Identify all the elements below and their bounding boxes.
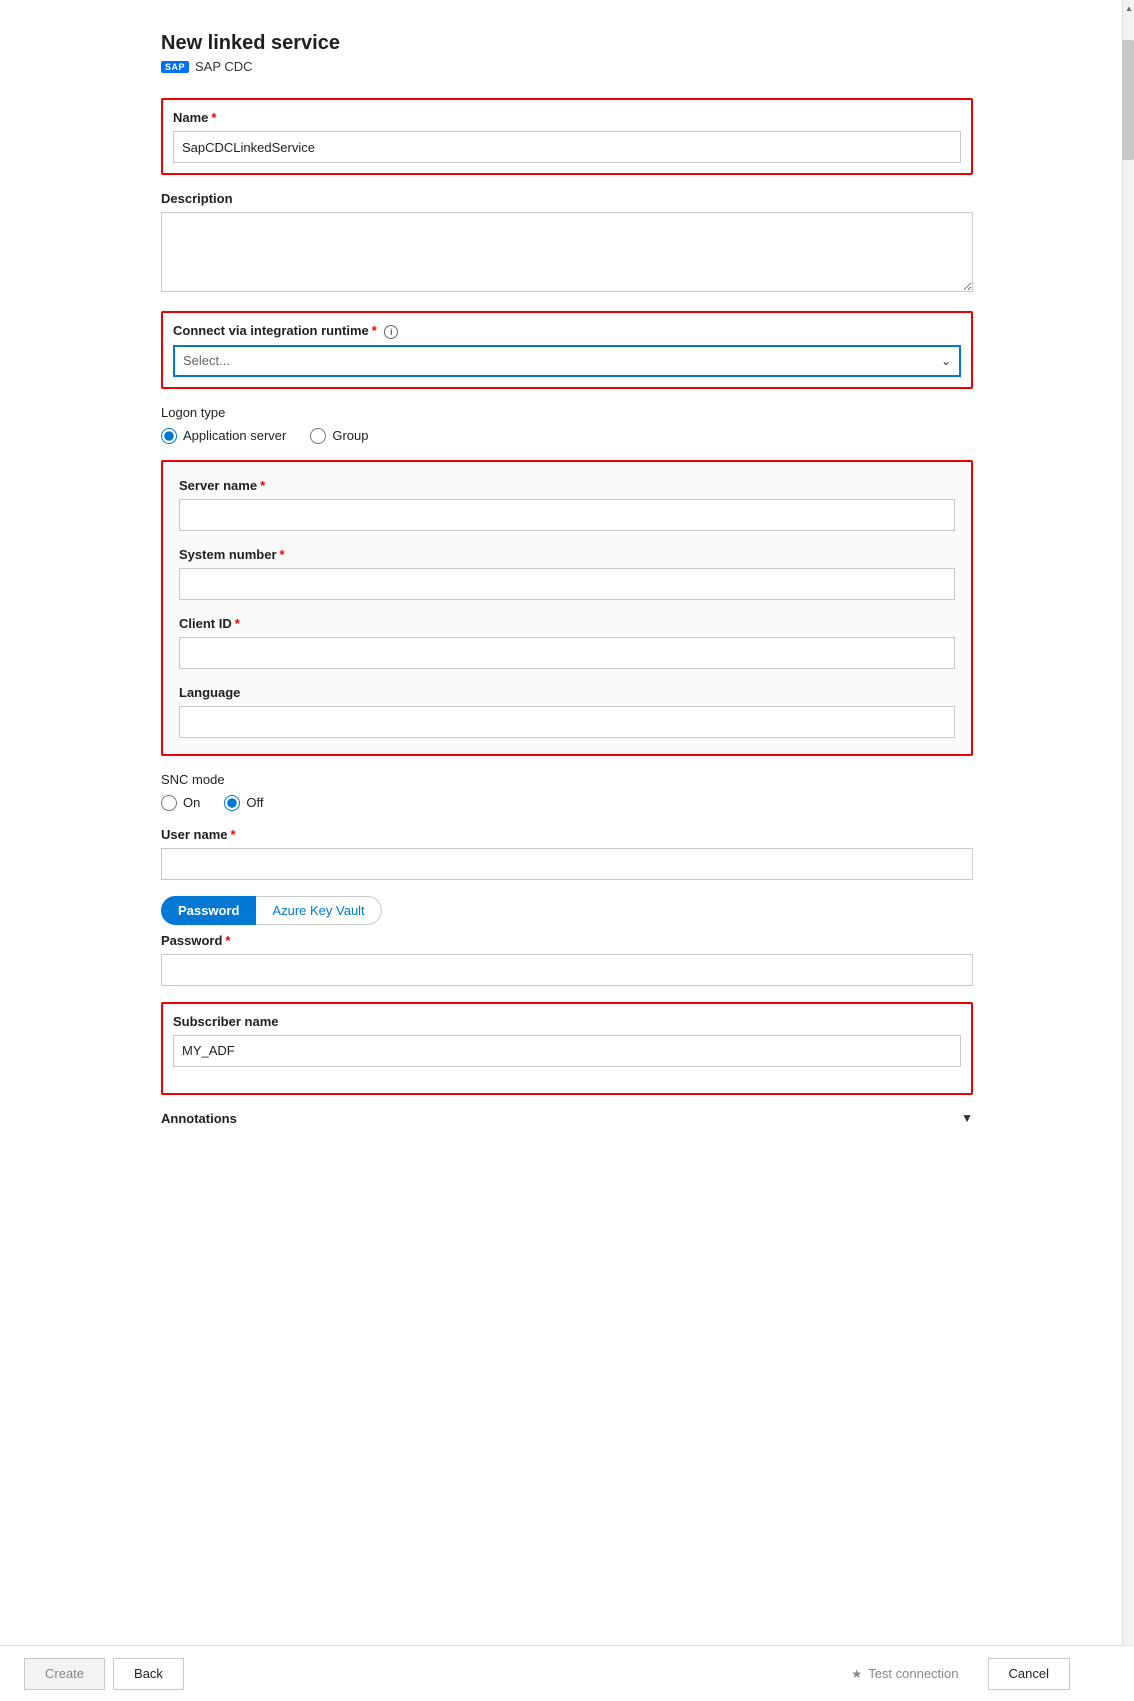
- logon-type-group: Logon type Application server Group: [161, 405, 973, 444]
- subscriber-name-section: Subscriber name: [161, 1002, 973, 1095]
- page-title: New linked service: [161, 32, 973, 55]
- system-number-label: System number*: [179, 547, 955, 562]
- user-name-input[interactable]: [161, 848, 973, 880]
- client-id-group: Client ID*: [179, 616, 955, 669]
- footer-bar: Create Back ★ Test connection Cancel: [0, 1645, 1134, 1701]
- user-name-group: User name*: [161, 827, 973, 880]
- logon-group-label: Group: [332, 428, 368, 443]
- password-group: Password*: [161, 933, 973, 986]
- language-group: Language: [179, 685, 955, 738]
- password-tab[interactable]: Password: [161, 896, 256, 925]
- system-number-group: System number*: [179, 547, 955, 600]
- cancel-button[interactable]: Cancel: [988, 1658, 1070, 1690]
- logon-group-radio-item[interactable]: Group: [310, 428, 368, 444]
- snc-on-radio[interactable]: [161, 795, 177, 811]
- connect-runtime-section: Connect via integration runtime* i Selec…: [161, 311, 973, 389]
- azure-key-vault-tab[interactable]: Azure Key Vault: [256, 896, 381, 925]
- sap-badge: SAP: [161, 61, 189, 73]
- connect-runtime-group: Connect via integration runtime* i Selec…: [173, 323, 961, 377]
- subscriber-name-group: Subscriber name: [173, 1014, 961, 1067]
- logon-group-radio[interactable]: [310, 428, 326, 444]
- scrollbar[interactable]: ▲ ▼: [1122, 0, 1134, 1701]
- subtitle-text: SAP CDC: [195, 59, 253, 74]
- scroll-up-arrow[interactable]: ▲: [1123, 0, 1134, 16]
- logon-type-label: Logon type: [161, 405, 973, 420]
- description-textarea[interactable]: [161, 212, 973, 292]
- snc-off-label: Off: [246, 795, 263, 810]
- server-name-label: Server name*: [179, 478, 955, 493]
- description-label: Description: [161, 191, 973, 206]
- description-form-group: Description: [161, 191, 973, 295]
- test-connection-icon: ★: [851, 1667, 862, 1681]
- scrollbar-thumb[interactable]: [1122, 40, 1134, 160]
- name-required: *: [211, 110, 216, 125]
- connect-runtime-select[interactable]: Select...: [173, 345, 961, 377]
- snc-off-radio-item[interactable]: Off: [224, 795, 263, 811]
- credential-tab-group: Password Azure Key Vault: [161, 896, 973, 925]
- annotations-chevron-icon[interactable]: ▼: [961, 1111, 973, 1125]
- subscriber-name-label: Subscriber name: [173, 1014, 961, 1029]
- snc-mode-label: SNC mode: [161, 772, 973, 787]
- test-connection-button[interactable]: ★ Test connection: [830, 1658, 979, 1690]
- server-name-input[interactable]: [179, 499, 955, 531]
- snc-radio-group: On Off: [161, 795, 973, 811]
- server-name-group: Server name*: [179, 478, 955, 531]
- snc-on-radio-item[interactable]: On: [161, 795, 200, 811]
- logon-app-server-label: Application server: [183, 428, 286, 443]
- client-id-label: Client ID*: [179, 616, 955, 631]
- language-label: Language: [179, 685, 955, 700]
- create-button[interactable]: Create: [24, 1658, 105, 1690]
- annotations-section: Annotations ▼: [161, 1111, 973, 1126]
- name-section: Name*: [161, 98, 973, 175]
- logon-app-server-radio-item[interactable]: Application server: [161, 428, 286, 444]
- password-label: Password*: [161, 933, 973, 948]
- client-id-input[interactable]: [179, 637, 955, 669]
- user-name-label: User name*: [161, 827, 973, 842]
- annotations-label-text: Annotations: [161, 1111, 237, 1126]
- name-label: Name*: [173, 110, 961, 125]
- name-input[interactable]: [173, 131, 961, 163]
- connect-runtime-info-icon[interactable]: i: [384, 325, 398, 339]
- logon-app-server-radio[interactable]: [161, 428, 177, 444]
- snc-off-radio[interactable]: [224, 795, 240, 811]
- connect-runtime-select-wrapper: Select... ⌄: [173, 345, 961, 377]
- system-number-input[interactable]: [179, 568, 955, 600]
- snc-on-label: On: [183, 795, 200, 810]
- snc-section: SNC mode On Off: [161, 772, 973, 811]
- server-details-section: Server name* System number* Client ID* L…: [161, 460, 973, 756]
- footer-left-buttons: Create Back: [24, 1658, 184, 1690]
- subscriber-name-input[interactable]: [173, 1035, 961, 1067]
- language-input[interactable]: [179, 706, 955, 738]
- back-button[interactable]: Back: [113, 1658, 184, 1690]
- password-input[interactable]: [161, 954, 973, 986]
- connect-runtime-label: Connect via integration runtime* i: [173, 323, 961, 339]
- footer-right-buttons: ★ Test connection Cancel: [830, 1658, 1070, 1690]
- name-form-group: Name*: [173, 110, 961, 163]
- subtitle: SAP SAP CDC: [161, 59, 973, 74]
- logon-type-radio-group: Application server Group: [161, 428, 973, 444]
